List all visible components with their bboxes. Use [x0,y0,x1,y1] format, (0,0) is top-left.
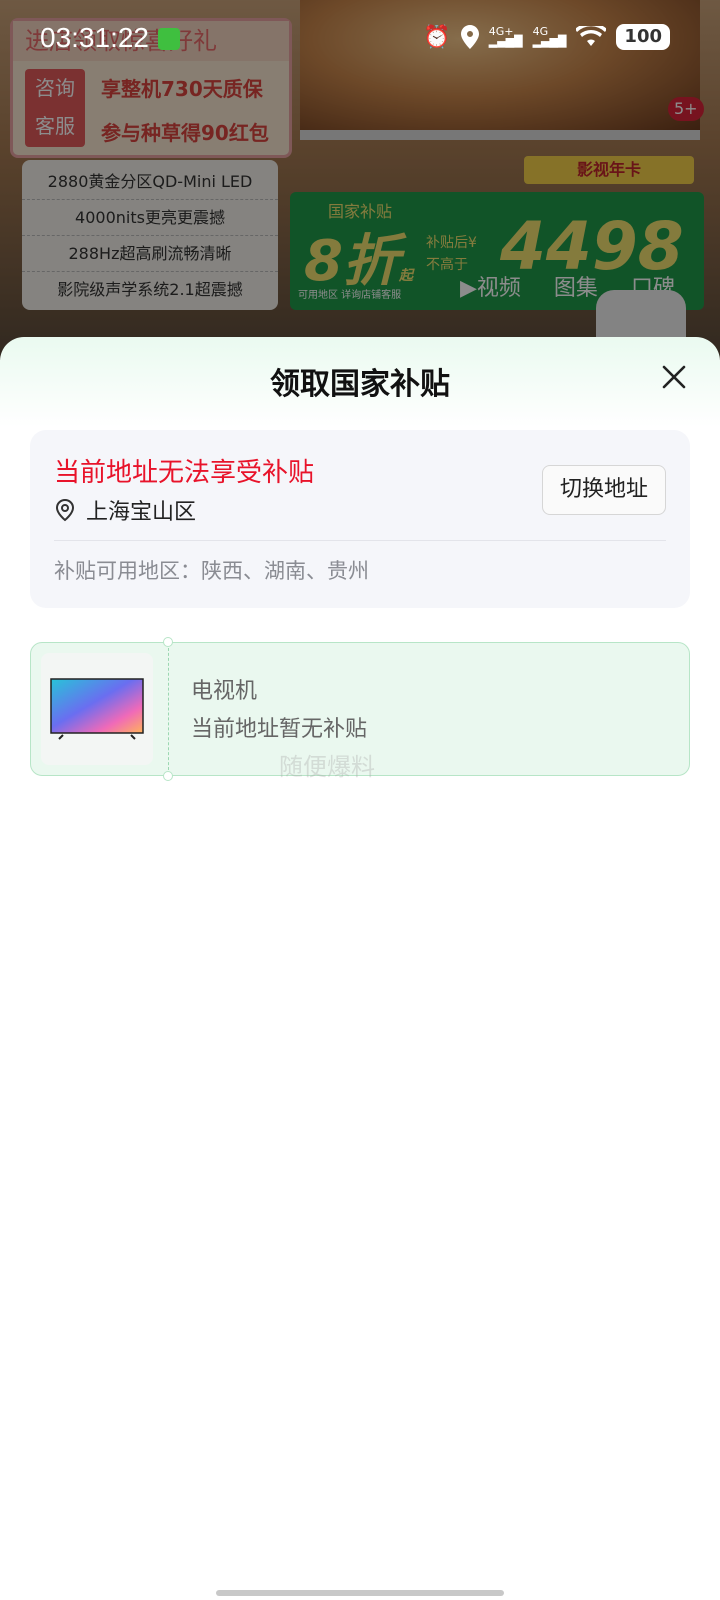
home-indicator[interactable] [216,1590,504,1596]
wifi-icon [576,26,607,46]
ticket-notch [163,637,173,647]
status-icons: ⏰ 4G+ ▂▄▆█ 4G ▂▄▆█ 100 [423,24,670,50]
location-icon [460,25,479,49]
battery-icon: 100 [616,24,670,50]
product-thumbnail [41,653,153,765]
location-pin-icon [55,498,75,522]
address-warning: 当前地址无法享受补贴 [54,458,315,488]
product-name: 电视机 [191,679,258,704]
signal-icon: 4G+ ▂▄▆█ [488,25,523,48]
status-time: 03:31:22 [40,22,149,53]
alarm-icon: ⏰ [423,24,451,50]
region-label: 补贴可用地区： [54,559,201,583]
close-icon[interactable] [656,359,692,395]
divider [54,540,666,541]
ticket-notch [163,771,173,781]
current-address: 上海宝山区 [54,494,196,526]
switch-address-button[interactable]: 切换地址 [542,465,666,515]
perforation-line [168,643,169,775]
app-notification-icon [158,28,180,50]
address-card: 当前地址无法享受补贴 上海宝山区 切换地址 补贴可用地区：陕西、湖南、贵州 [30,430,690,608]
subsidy-bottom-sheet: 领取国家补贴 当前地址无法享受补贴 上海宝山区 切换地址 补贴可用地区：陕西、湖… [0,337,720,1600]
available-regions: 补贴可用地区：陕西、湖南、贵州 [54,555,369,585]
address-text: 上海宝山区 [86,500,197,525]
product-subsidy-status: 当前地址暂无补贴 [191,717,368,742]
product-subsidy-card[interactable]: 电视机 当前地址暂无补贴 随便爆料 [30,637,690,781]
region-list: 陕西、湖南、贵州 [201,559,369,583]
tv-product-image [50,678,144,740]
status-bar: 03:31:22 ⏰ 4G+ ▂▄▆█ 4G ▂▄▆█ 100 [0,16,720,64]
signal-icon: 4G ▂▄▆█ [532,25,567,48]
watermark: 随便爆料 [279,753,375,781]
sheet-title: 领取国家补贴 [270,367,450,402]
